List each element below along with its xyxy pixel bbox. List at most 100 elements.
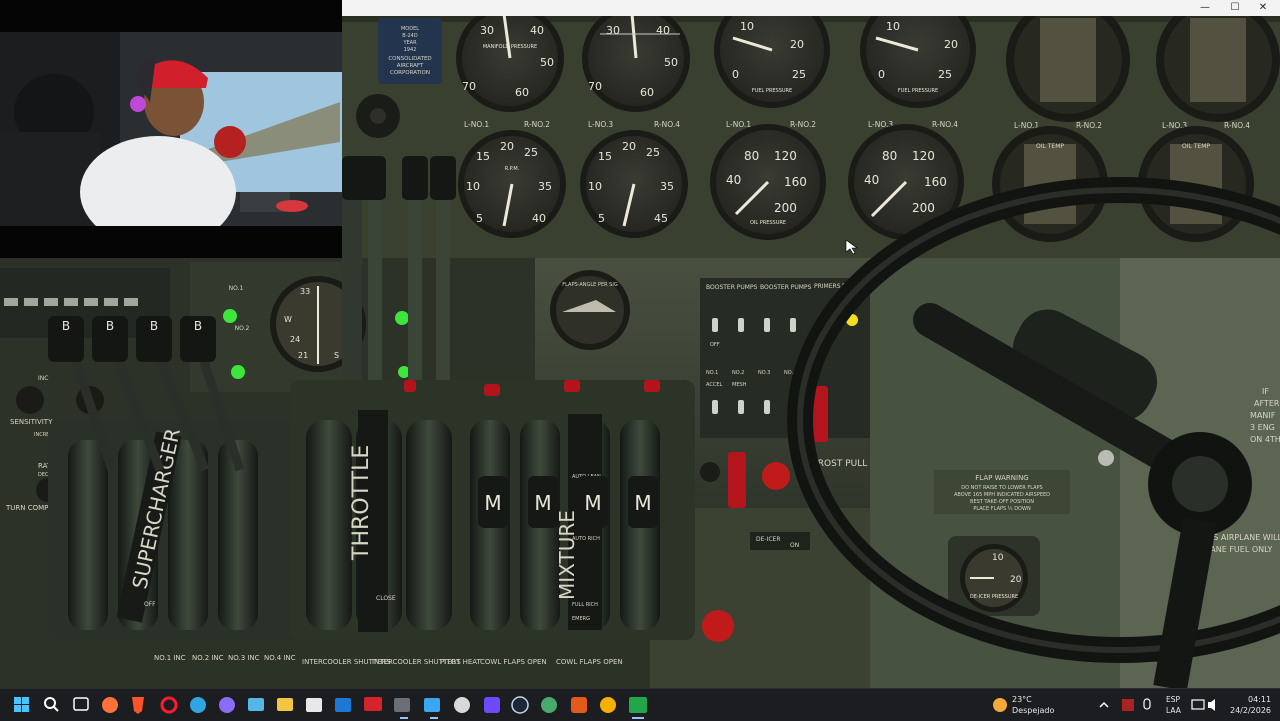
cockpit-label: M (484, 491, 501, 515)
dual-gauge-top-2 (1156, 0, 1280, 122)
task-view-icon[interactable] (73, 697, 89, 711)
cockpit-label: 10 (740, 20, 754, 33)
app-icon[interactable] (541, 697, 557, 713)
cockpit-label: B (106, 319, 114, 333)
microphone-icon[interactable] (1143, 698, 1151, 710)
cockpit-label: R-NO.2 (524, 120, 550, 129)
cockpit-label: 200 (774, 201, 797, 215)
language-indicator[interactable]: ESP (1166, 695, 1180, 704)
cockpit-label: R-NO.4 (1224, 121, 1250, 130)
flap-warning-plate: FLAP WARNING DO NOT RAISE TO LOWER FLAPS… (934, 470, 1070, 514)
cockpit-label: R.P.M. (505, 166, 520, 172)
keyboard-layout[interactable]: LAA (1166, 706, 1181, 715)
weather-condition[interactable]: Despejado (1012, 706, 1054, 715)
file-explorer-icon[interactable] (277, 698, 293, 711)
plate-line: CONSOLIDATED (388, 56, 431, 62)
rpm-gauge-2: 5 10 15 20 25 35 45 (580, 130, 688, 238)
cockpit-label: 0 (878, 68, 885, 81)
chevron-up-icon[interactable] (1099, 701, 1109, 708)
lower-control-labels: NO.1 INC NO.2 INC NO.3 INC NO.4 INC INTE… (90, 640, 650, 688)
cockpit-label: B (194, 319, 202, 333)
cockpit-label: S (334, 351, 339, 360)
cockpit-label: 40 (864, 173, 879, 187)
cockpit-label: FULL RICH (572, 602, 598, 608)
cockpit-label: 21 (298, 351, 308, 360)
firefox-icon[interactable] (102, 697, 118, 713)
weather-temp[interactable]: 23°C (1012, 695, 1032, 704)
app-icon[interactable] (600, 697, 616, 713)
youtube-icon[interactable] (364, 697, 382, 711)
weather-moon-icon[interactable] (993, 698, 1007, 712)
cockpit-label: W (284, 315, 292, 324)
cockpit-label: 40 (532, 212, 546, 225)
cockpit-label: ABOVE 165 MPH INDICATED AIRSPEED (954, 492, 1050, 498)
copilot-icon[interactable] (219, 697, 235, 713)
search-icon[interactable] (44, 697, 59, 712)
proton-icon[interactable] (484, 697, 500, 713)
cockpit-label: OFF (710, 342, 720, 348)
cockpit-label: TANE FUEL ONLY (1205, 545, 1273, 554)
cockpit-label: 70 (462, 80, 476, 93)
deicer-pressure-gauge: 10 20 DE-ICER PRESSURE (948, 536, 1040, 616)
app-icon[interactable] (629, 697, 647, 713)
outlook-icon[interactable] (335, 698, 351, 712)
cockpit-label: MIXTURE (555, 510, 579, 600)
app-icon[interactable] (424, 698, 440, 712)
cockpit-label: B (150, 319, 158, 333)
cockpit-label: 40 (530, 24, 544, 37)
cockpit-label: 50 (540, 56, 554, 69)
webcam-overlay (0, 0, 342, 258)
cockpit-label: R-NO.2 (1076, 121, 1102, 130)
cockpit-label: 25 (524, 146, 538, 159)
red-push-button[interactable] (762, 462, 790, 490)
tray-app-icon[interactable] (1122, 699, 1134, 711)
red-guard-switch[interactable] (728, 452, 746, 508)
store-icon[interactable] (306, 698, 322, 712)
cockpit-label: OFF (144, 601, 156, 608)
cockpit-label: 25 (938, 68, 952, 81)
cockpit-label: 35 (660, 180, 674, 193)
cockpit-label: 25 (792, 68, 806, 81)
cockpit-label: NO.4 INC (264, 654, 296, 662)
cockpit-label: M (584, 491, 601, 515)
monitor-icon[interactable] (248, 698, 264, 711)
supercharger-levers[interactable]: SUPERCHARGER OFF (48, 420, 318, 640)
cockpit-label: 10 (886, 20, 900, 33)
clock-date[interactable]: 24/2/2026 (1230, 706, 1271, 715)
cockpit-label: SENSITIVITY (10, 418, 53, 426)
cockpit-label: 45 (654, 212, 668, 225)
cockpit-label: 5 (598, 212, 605, 225)
cockpit-label: BOOSTER PUMPS (706, 284, 758, 291)
manifold-pressure-gauge-1: 30 40 50 60 70 MANIFOLD PRESSURE (456, 4, 564, 112)
volume-icon[interactable] (1208, 699, 1215, 711)
sensitivity-knob[interactable] (16, 386, 44, 414)
cockpit-label: 70 (588, 80, 602, 93)
steam-icon[interactable] (511, 696, 529, 714)
chrome-icon[interactable] (454, 697, 470, 713)
start-icon[interactable] (14, 697, 29, 712)
network-icon[interactable] (1191, 699, 1205, 710)
cockpit-label: 24 (290, 335, 300, 344)
toggle-switch[interactable] (700, 462, 720, 482)
edge-icon[interactable] (190, 697, 206, 713)
cockpit-label: 80 (882, 149, 897, 163)
clock-time[interactable]: 04:11 (1248, 695, 1271, 704)
red-handle[interactable] (702, 610, 734, 642)
cockpit-label: PRIMERS (814, 283, 841, 290)
cockpit-label: M (634, 491, 651, 515)
opera-icon[interactable] (160, 696, 178, 714)
cockpit-label: BOOSTER PUMPS (760, 284, 812, 291)
app-icon[interactable] (394, 698, 410, 712)
cockpit-label: NO.1 INC (154, 654, 186, 662)
app-icon[interactable] (571, 697, 587, 713)
minimize-button[interactable]: — (1190, 0, 1220, 16)
cockpit-label: 120 (912, 149, 935, 163)
cockpit-label: THROTTLE (349, 445, 374, 561)
brave-icon[interactable] (132, 697, 144, 714)
cockpit-label: EMERG (572, 616, 590, 622)
close-button[interactable]: ✕ (1248, 0, 1278, 16)
cockpit-label: 20 (1010, 575, 1022, 585)
taskbar-icons (14, 696, 1215, 719)
cockpit-label: OIL TEMP (1182, 143, 1210, 150)
maximize-button[interactable]: ☐ (1220, 0, 1250, 16)
